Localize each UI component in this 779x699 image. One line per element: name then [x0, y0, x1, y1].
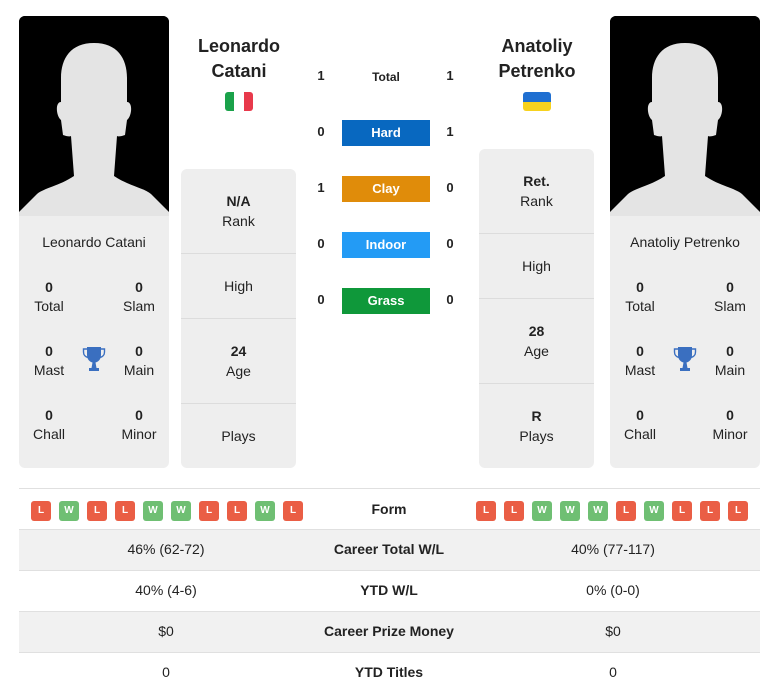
info-high: High — [181, 254, 296, 319]
italy-flag-icon — [225, 92, 253, 111]
trophy-icon — [673, 347, 697, 371]
form-row: LWLLWWLLWL Form LLWWWLWLLL — [19, 488, 760, 530]
h2h-clay: 1 Clay 0 — [305, 176, 465, 202]
h2h-indoor: 0 Indoor 0 — [305, 232, 465, 258]
title-slam: 0 Slam — [123, 279, 155, 314]
form-badge-win: W — [171, 501, 191, 521]
title-main: 0 Main — [714, 343, 746, 378]
title-mast: 0 Mast — [33, 343, 65, 378]
player1-card: Leonardo Catani 0 Total 0 Slam 0 Mast 0 … — [19, 16, 169, 468]
surface-hard[interactable]: Hard — [342, 120, 430, 146]
h2h-hard: 0 Hard 1 — [305, 120, 465, 146]
stat-row-ytd-wl: 40% (4-6) YTD W/L 0% (0-0) — [19, 571, 760, 612]
player1-info-panel: N/A Rank High 24 Age Plays — [181, 169, 296, 468]
player2-name[interactable]: Anatoliy Petrenko — [467, 34, 607, 84]
trophy-icon — [82, 347, 106, 371]
h2h-total: 1 Total 1 — [317, 68, 454, 84]
form-badge-loss: L — [283, 501, 303, 521]
stat-row-career-total: 46% (62-72) Career Total W/L 40% (77-117… — [19, 530, 760, 571]
info-rank: Ret. Rank — [479, 149, 594, 234]
form-badge-loss: L — [227, 501, 247, 521]
form-badge-win: W — [588, 501, 608, 521]
player2-info-panel: Ret. Rank High 28 Age R Plays — [479, 149, 594, 468]
form-badge-loss: L — [476, 501, 496, 521]
ukraine-flag-icon — [523, 92, 551, 111]
form-badge-win: W — [59, 501, 79, 521]
title-total: 0 Total — [625, 279, 655, 314]
info-age: 28 Age — [479, 299, 594, 384]
surface-clay[interactable]: Clay — [342, 176, 430, 202]
form-badge-loss: L — [199, 501, 219, 521]
info-age: 24 Age — [181, 319, 296, 404]
form-badge-loss: L — [672, 501, 692, 521]
player1-name[interactable]: Leonardo Catani — [169, 34, 309, 84]
title-slam: 0 Slam — [714, 279, 746, 314]
player1-card-name: Leonardo Catani — [42, 234, 146, 250]
title-main: 0 Main — [123, 343, 155, 378]
info-plays: Plays — [221, 428, 256, 444]
title-minor: 0 Minor — [121, 407, 157, 442]
form-badge-loss: L — [504, 501, 524, 521]
title-chall: 0 Chall — [624, 407, 656, 442]
surface-grass[interactable]: Grass — [342, 288, 430, 314]
form-badge-loss: L — [87, 501, 107, 521]
surface-indoor[interactable]: Indoor — [342, 232, 430, 258]
form-badge-win: W — [560, 501, 580, 521]
title-total: 0 Total — [34, 279, 64, 314]
silhouette-icon — [19, 16, 169, 216]
info-high: High — [479, 234, 594, 299]
form-badge-loss: L — [700, 501, 720, 521]
form-badge-win: W — [532, 501, 552, 521]
player2-card-name: Anatoliy Petrenko — [630, 234, 740, 250]
form-badge-loss: L — [616, 501, 636, 521]
form-badge-win: W — [255, 501, 275, 521]
form-badge-win: W — [143, 501, 163, 521]
stat-row-prize-money: $0 Career Prize Money $0 — [19, 612, 760, 653]
h2h-grass: 0 Grass 0 — [305, 288, 465, 314]
player2-photo — [610, 16, 760, 216]
info-plays: R Plays — [519, 408, 554, 444]
form-badge-win: W — [644, 501, 664, 521]
player1-photo — [19, 16, 169, 216]
silhouette-icon — [610, 16, 760, 216]
form-badge-loss: L — [728, 501, 748, 521]
stat-row-ytd-titles: 0 YTD Titles 0 — [162, 664, 617, 680]
title-chall: 0 Chall — [33, 407, 65, 442]
form-badge-loss: L — [31, 501, 51, 521]
form-badge-loss: L — [115, 501, 135, 521]
title-minor: 0 Minor — [712, 407, 748, 442]
title-mast: 0 Mast — [624, 343, 656, 378]
form-label: Form — [371, 501, 407, 517]
player2-card: Anatoliy Petrenko 0 Total 0 Slam 0 Mast … — [610, 16, 760, 468]
info-rank: N/A Rank — [181, 169, 296, 254]
